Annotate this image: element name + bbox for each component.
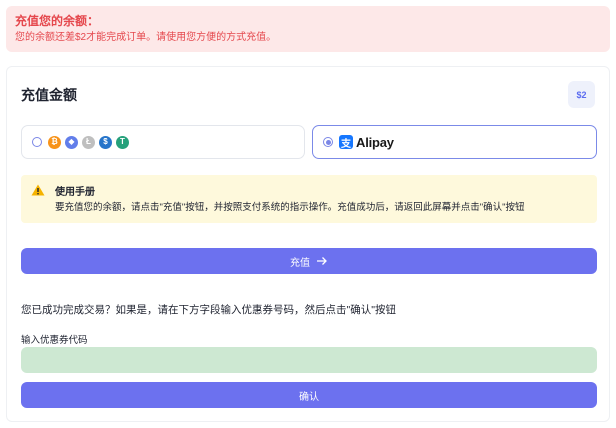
alipay-label: Alipay xyxy=(356,134,394,150)
payment-method-crypto[interactable]: ₿ ◆ Ł $ T xyxy=(21,125,305,159)
success-question: 您已成功完成交易？如果是，请在下方字段输入优惠券号码，然后点击"确认"按钮 xyxy=(21,304,396,316)
confirm-button[interactable]: 确认 xyxy=(21,382,597,408)
litecoin-icon: Ł xyxy=(82,135,95,149)
balance-alert: 充值您的余额： 您的余额还差$2才能完成订单。请使用您方便的方式充值。 xyxy=(6,6,610,52)
crypto-radio[interactable] xyxy=(32,137,42,147)
payment-method-alipay[interactable]: 支 Alipay xyxy=(312,125,597,159)
tether-icon: T xyxy=(116,135,129,149)
recharge-card: 充值金额 $2 ₿ ◆ Ł $ T 支 Alipay 使用手册 要充值您的余额，… xyxy=(6,66,610,422)
card-title: 充值金额 xyxy=(21,87,77,103)
user-manual: 使用手册 要充值您的余额，请点击"充值"按钮，并按照支付系统的指示操作。充值成功… xyxy=(21,175,597,223)
recharge-button-label: 充值 xyxy=(290,257,310,269)
warning-icon xyxy=(31,184,45,196)
ethereum-icon: ◆ xyxy=(65,135,78,149)
recharge-button[interactable]: 充值 xyxy=(21,248,597,274)
manual-title: 使用手册 xyxy=(55,186,95,198)
amount-badge: $2 xyxy=(568,81,595,108)
coupon-input[interactable] xyxy=(21,347,597,373)
bitcoin-icon: ₿ xyxy=(48,135,61,149)
alipay-radio[interactable] xyxy=(323,137,333,147)
manual-text: 要充值您的余额，请点击"充值"按钮，并按照支付系统的指示操作。充值成功后，请返回… xyxy=(55,202,525,213)
coupon-label: 输入优惠券代码 xyxy=(21,335,88,346)
arrow-right-icon xyxy=(317,257,327,265)
alipay-icon: 支 xyxy=(339,135,353,150)
usdc-icon: $ xyxy=(99,135,112,149)
alert-message: 您的余额还差$2才能完成订单。请使用您方便的方式充值。 xyxy=(15,32,277,43)
alert-title: 充值您的余额： xyxy=(15,14,100,28)
